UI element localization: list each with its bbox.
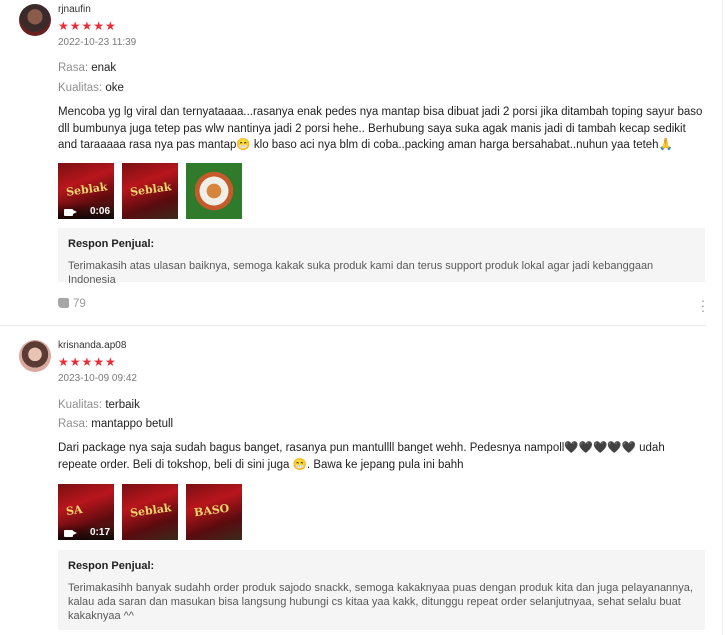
seller-response: Respon Penjual: Terimakasih atas ulasan … bbox=[58, 228, 705, 286]
package-brand: Seblak bbox=[129, 180, 173, 199]
more-vertical-icon[interactable]: · · · bbox=[700, 293, 706, 317]
scrollbar-track[interactable] bbox=[722, 0, 723, 635]
video-duration: 0:17 bbox=[89, 527, 110, 538]
review-item: krisnanda.ap08 ★★★★★ 2023-10-09 09:42 Ku… bbox=[0, 326, 726, 635]
seller-response: Respon Penjual: Terimakasihh banyak suda… bbox=[58, 550, 705, 630]
like-button[interactable]: 79 bbox=[58, 298, 86, 310]
package-brand: Seblak bbox=[129, 501, 173, 520]
review-date: 2023-10-09 09:42 bbox=[58, 373, 137, 384]
review-video-thumbnail[interactable]: Seblak 0:06 bbox=[58, 163, 114, 219]
attribute-key: Rasa: bbox=[58, 62, 89, 74]
attribute-value: oke bbox=[105, 82, 124, 94]
video-overlay: 0:17 bbox=[58, 524, 114, 540]
avatar[interactable] bbox=[19, 4, 51, 36]
review-attribute: Kualitas: oke bbox=[58, 82, 124, 94]
attribute-key: Rasa: bbox=[58, 418, 89, 430]
seller-response-title: Respon Penjual: bbox=[68, 238, 155, 250]
review-date: 2022-10-23 11:39 bbox=[58, 37, 137, 48]
attribute-value: enak bbox=[91, 62, 117, 74]
package-brand: SA bbox=[65, 502, 84, 519]
attribute-value: terbaik bbox=[105, 399, 140, 411]
video-duration: 0:06 bbox=[89, 206, 110, 217]
seller-response-text: Terimakasih atas ulasan baiknya, semoga … bbox=[68, 260, 654, 286]
review-video-thumbnail[interactable]: SA 0:17 bbox=[58, 484, 114, 540]
seller-response-title: Respon Penjual: bbox=[68, 560, 155, 572]
review-image-thumbnail[interactable] bbox=[186, 163, 242, 219]
review-item: rjnaufin ★★★★★ 2022-10-23 11:39 Rasa: en… bbox=[0, 0, 726, 325]
avatar[interactable] bbox=[19, 340, 51, 372]
review-image-thumbnail[interactable]: Seblak bbox=[122, 163, 178, 219]
video-overlay: 0:06 bbox=[58, 203, 114, 219]
review-text: Mencoba yg lg viral dan ternyataaaa...ra… bbox=[58, 106, 703, 151]
attribute-key: Kualitas: bbox=[58, 82, 103, 94]
package-brand: BASO bbox=[193, 501, 231, 520]
thumbs-up-icon bbox=[58, 298, 69, 308]
review-attribute: Rasa: mantappo betull bbox=[58, 418, 173, 430]
attribute-value: mantappo betull bbox=[91, 418, 174, 430]
video-icon bbox=[64, 209, 77, 216]
reviewer-username[interactable]: rjnaufin bbox=[58, 4, 91, 15]
reviewer-username[interactable]: krisnanda.ap08 bbox=[58, 340, 126, 351]
review-text: Dari package nya saja sudah bagus banget… bbox=[58, 442, 665, 471]
review-attribute: Rasa: enak bbox=[58, 62, 116, 74]
review-image-thumbnail[interactable]: BASO bbox=[186, 484, 242, 540]
attribute-key: Kualitas: bbox=[58, 399, 103, 411]
review-image-thumbnail[interactable]: Seblak bbox=[122, 484, 178, 540]
package-brand: Seblak bbox=[65, 180, 109, 199]
video-icon bbox=[64, 530, 77, 537]
like-count: 79 bbox=[73, 298, 86, 310]
star-rating: ★★★★★ bbox=[58, 355, 117, 369]
review-attribute: Kualitas: terbaik bbox=[58, 399, 140, 411]
seller-response-text: Terimakasihh banyak sudahh order produk … bbox=[68, 582, 693, 622]
star-rating: ★★★★★ bbox=[58, 19, 117, 33]
